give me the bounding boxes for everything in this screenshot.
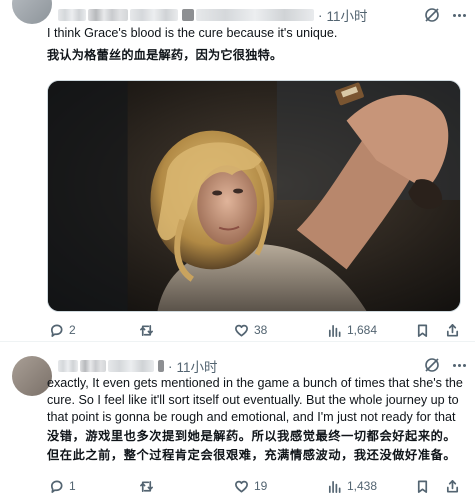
views-count: 1,438 (347, 479, 378, 493)
more-icon[interactable] (450, 6, 468, 24)
more-icon[interactable] (450, 356, 468, 374)
separator: · (318, 7, 323, 23)
avatar[interactable] (12, 356, 52, 396)
reply-icon (50, 324, 63, 337)
bookmark-icon (417, 324, 428, 337)
heart-icon (235, 324, 248, 336)
like-count: 19 (254, 479, 268, 493)
redacted-name (58, 9, 86, 21)
views-button[interactable]: 1,438 (327, 477, 377, 495)
share-icon (446, 479, 459, 492)
redacted-name (158, 360, 164, 372)
share-button[interactable] (445, 321, 460, 339)
tweet-2-text-original: exactly, It even gets mentioned in the g… (47, 376, 463, 424)
retweet-icon (140, 480, 153, 492)
share-icon (446, 323, 459, 336)
share-button[interactable] (445, 477, 460, 495)
views-chart-icon (328, 480, 341, 493)
tweet-header: · 11小时 (58, 357, 218, 375)
reply-count: 1 (69, 479, 76, 493)
redacted-name (88, 9, 128, 21)
bookmark-button[interactable] (415, 321, 430, 339)
retweet-button[interactable] (139, 477, 159, 495)
tweet-2-text-translated: 没错，游戏里也多次提到她是解药。所以我感觉最终一切都会好起来的。但在此之前，整个… (47, 429, 457, 462)
tweet-text-original: I think Grace's blood is the cure becaus… (47, 26, 338, 40)
reply-button[interactable]: 1 (49, 477, 76, 495)
redacted-name (130, 9, 178, 21)
tweet-header: · 11小时 (58, 6, 368, 24)
action-bar: 2 38 1,684 (47, 321, 467, 339)
redacted-name (80, 360, 106, 372)
retweet-icon (140, 324, 153, 336)
timestamp[interactable]: 11小时 (327, 5, 368, 25)
views-chart-icon (328, 324, 341, 337)
tweet-1[interactable]: · 11小时 I think Grace's blood is the cure… (0, 0, 475, 341)
tweet-2-action-bar: 1 19 1,438 (47, 477, 467, 495)
separator: · (168, 358, 173, 374)
like-button[interactable]: 38 (234, 321, 267, 339)
retweet-button[interactable] (139, 321, 159, 339)
bookmark-icon (417, 480, 428, 493)
redacted-name (58, 360, 78, 372)
heart-icon (235, 480, 248, 492)
like-count: 38 (254, 323, 268, 337)
game-screenshot-image (48, 81, 460, 311)
like-button[interactable]: 19 (234, 477, 267, 495)
timestamp[interactable]: 11小时 (177, 356, 218, 376)
redacted-name (182, 9, 194, 21)
bookmark-button[interactable] (415, 477, 430, 495)
grok-icon[interactable] (423, 6, 441, 24)
tweet-text-translated: 我认为格蕾丝的血是解药，因为它很独特。 (47, 48, 283, 62)
reply-count: 2 (69, 323, 76, 337)
views-button[interactable]: 1,684 (327, 321, 377, 339)
tweet-image[interactable] (47, 80, 461, 312)
grok-icon[interactable] (423, 356, 441, 374)
reply-button[interactable]: 2 (49, 321, 76, 339)
reply-icon (50, 480, 63, 493)
redacted-handle (196, 9, 314, 21)
avatar[interactable] (12, 0, 52, 24)
views-count: 1,684 (347, 323, 378, 337)
redacted-name (108, 360, 154, 372)
